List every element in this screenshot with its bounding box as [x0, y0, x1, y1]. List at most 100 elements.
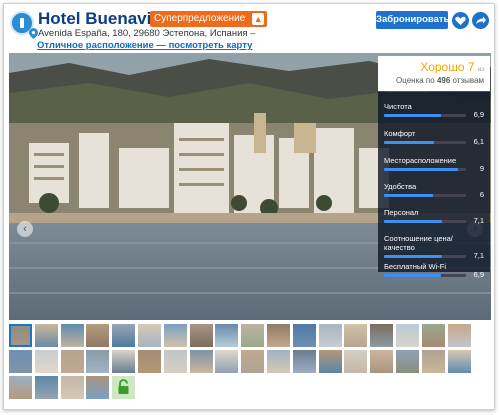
photo-thumbnail[interactable] — [267, 324, 290, 347]
photo-thumbnail[interactable] — [138, 350, 161, 373]
photo-thumbnail[interactable] — [396, 350, 419, 373]
unlock-more-photos-button[interactable] — [112, 376, 136, 399]
category-value: 6 — [479, 190, 484, 199]
chevron-left-icon: ‹ — [23, 223, 27, 235]
photo-thumbnail[interactable] — [60, 350, 84, 373]
category-bar-fill — [384, 220, 443, 223]
thumbs-up-icon: ▲ — [252, 13, 265, 25]
rating-suffix: из — [477, 67, 484, 73]
photo-thumbnail[interactable] — [421, 350, 445, 373]
photo-thumbnail[interactable] — [34, 324, 58, 347]
category-label: Бесплатный Wi-Fi — [384, 262, 447, 271]
photo-thumbnail[interactable] — [86, 376, 110, 399]
category-value: 6,9 — [473, 270, 484, 279]
photo-thumbnail[interactable] — [9, 350, 32, 373]
photo-thumbnail[interactable] — [60, 376, 84, 399]
photo-thumbnail[interactable] — [318, 350, 342, 373]
category-bar-fill — [384, 255, 443, 258]
book-button[interactable]: Забронировать — [376, 11, 449, 29]
photo-thumbnail[interactable] — [60, 324, 84, 347]
category-value: 6,1 — [473, 137, 484, 146]
category-bar — [384, 255, 466, 258]
photo-thumbnail[interactable] — [292, 324, 316, 347]
hotel-header: Hotel Buenavista Суперпредложение ▲ Aven… — [4, 4, 494, 54]
photo-thumbnail[interactable] — [267, 350, 290, 373]
photo-thumbnail[interactable] — [447, 350, 471, 373]
category-bar — [384, 274, 466, 277]
category-label: Комфорт — [384, 129, 416, 138]
photo-thumbnail[interactable] — [163, 324, 187, 347]
category-score-row: Чистота 6,9 — [384, 102, 484, 119]
category-bar — [384, 194, 466, 197]
photo-thumbnail[interactable] — [34, 376, 58, 399]
category-value: 6,9 — [473, 110, 484, 119]
photo-thumbnail[interactable] — [112, 324, 136, 347]
photo-thumbnail[interactable] — [86, 350, 110, 373]
category-score-row: Персонал 7,1 — [384, 208, 484, 225]
photo-thumbnail[interactable] — [189, 350, 213, 373]
score-summary: Хорошо 7 из Оценка по 496 отзывам — [378, 56, 490, 91]
photo-thumbnail[interactable] — [9, 324, 32, 347]
photo-thumbnail[interactable] — [189, 324, 213, 347]
photo-thumbnail[interactable] — [370, 350, 394, 373]
lock-icon — [118, 379, 129, 394]
reviews-count[interactable]: 496 — [437, 76, 450, 85]
photo-thumbnail[interactable] — [138, 324, 161, 347]
photo-thumbnail[interactable] — [215, 324, 239, 347]
category-scores-panel: Чистота 6,9 Комфорт 6,1 Месторасположение 9 Уд… — [378, 92, 490, 279]
share-icon — [476, 16, 486, 24]
category-bar-fill — [384, 114, 441, 117]
photo-thumbnail[interactable] — [86, 324, 110, 347]
photo-thumbnail[interactable] — [163, 350, 187, 373]
category-value: 7,1 — [473, 216, 484, 225]
category-label-line2: качество — [384, 243, 415, 252]
photo-thumbnail[interactable] — [421, 324, 445, 347]
category-bar — [384, 141, 466, 144]
reviews-suffix: отзывам — [452, 76, 484, 85]
category-bar — [384, 168, 466, 171]
photo-thumbnail[interactable] — [370, 324, 394, 347]
photo-thumbnail[interactable] — [318, 324, 342, 347]
photo-thumbnail[interactable] — [396, 324, 419, 347]
photo-thumbnail[interactable] — [9, 376, 32, 399]
category-score-row: Удобства 6 — [384, 182, 484, 199]
category-bar — [384, 114, 466, 117]
hotel-card: Hotel Buenavista Суперпредложение ▲ Aven… — [3, 3, 495, 410]
photo-thumbnail[interactable] — [241, 324, 265, 347]
location-pin-icon — [29, 28, 38, 39]
category-bar-fill — [384, 274, 441, 277]
category-score-row: Бесплатный Wi-Fi 6,9 — [384, 262, 484, 279]
photo-thumbnail[interactable] — [292, 350, 316, 373]
prev-photo-button[interactable]: ‹ — [17, 221, 33, 237]
photo-thumbnail[interactable] — [241, 350, 265, 373]
heart-icon — [455, 16, 466, 25]
photo-thumbnail[interactable] — [344, 324, 368, 347]
category-label: Соотношение цена/ — [384, 234, 453, 243]
photo-thumbnail[interactable] — [34, 350, 58, 373]
category-score-row: Комфорт 6,1 — [384, 129, 484, 146]
hotel-address: Avenida España, 180, 29680 Эстепона, Исп… — [38, 28, 256, 39]
category-bar-fill — [384, 141, 435, 144]
promo-badge: Суперпредложение ▲ — [150, 11, 268, 27]
location-map-link[interactable]: Отличное расположение — посмотреть карту — [37, 40, 252, 51]
category-bar-fill — [384, 194, 434, 197]
category-label: Удобства — [384, 182, 417, 191]
photo-thumbnail[interactable] — [447, 324, 471, 347]
photo-thumbnail[interactable] — [112, 350, 136, 373]
promo-label: Суперпредложение — [154, 13, 246, 24]
category-bar — [384, 220, 466, 223]
category-label: Месторасположение — [384, 156, 457, 165]
rating-text: Хорошо 7 — [420, 60, 475, 74]
photo-thumbnail[interactable] — [215, 350, 239, 373]
reviews-prefix: Оценка по — [395, 76, 435, 85]
favorite-button[interactable] — [452, 12, 469, 29]
category-value: 9 — [479, 164, 484, 173]
category-score-row: Соотношение цена/качество 7,1 — [384, 234, 484, 260]
share-button[interactable] — [472, 12, 489, 29]
category-bar-fill — [384, 168, 458, 171]
category-score-row: Месторасположение 9 — [384, 156, 484, 173]
category-label: Чистота — [384, 102, 412, 111]
photo-thumbnail[interactable] — [344, 350, 368, 373]
category-label: Персонал — [384, 208, 419, 217]
category-value: 7,1 — [473, 251, 484, 260]
